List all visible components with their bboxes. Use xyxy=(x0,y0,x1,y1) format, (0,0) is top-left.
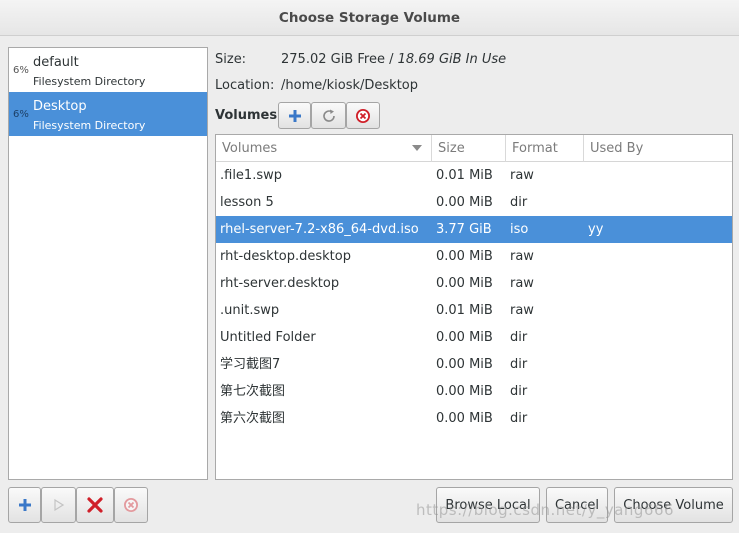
column-header-used-by[interactable]: Used By xyxy=(584,135,732,162)
size-in-use: 18.69 GiB In Use xyxy=(397,52,507,67)
cell-format: dir xyxy=(510,357,528,372)
pool-list[interactable]: 6% default Filesystem Directory 6% Deskt… xyxy=(8,47,208,480)
volume-table[interactable]: Volumes Size Format Used By .file1.swp 0… xyxy=(215,134,733,480)
column-header-size[interactable]: Size xyxy=(432,135,506,162)
play-icon xyxy=(53,499,64,511)
delete-pool-button[interactable] xyxy=(76,487,114,523)
size-value: 275.02 GiB Free / 18.69 GiB In Use xyxy=(281,52,506,67)
cell-format: dir xyxy=(510,411,528,426)
stop-pool-button[interactable] xyxy=(114,487,148,523)
pool-type: Filesystem Directory xyxy=(33,119,146,132)
cell-name: 第六次截图 xyxy=(220,411,286,426)
title-bar: Choose Storage Volume xyxy=(0,0,739,36)
cell-size: 0.00 MiB xyxy=(436,330,493,345)
pool-item-default[interactable]: 6% default Filesystem Directory xyxy=(9,48,207,92)
table-row[interactable]: 第六次截图 0.00 MiB dir xyxy=(216,405,732,432)
add-volume-button[interactable] xyxy=(278,102,311,129)
watermark: https://blog.csdn.net/y_yang666 xyxy=(416,501,675,519)
cell-name: 第七次截图 xyxy=(220,384,286,399)
pool-usage-percent: 6% xyxy=(13,65,29,76)
stop-icon xyxy=(356,108,370,123)
location-value: /home/kiosk/Desktop xyxy=(281,78,419,93)
cell-name: Untitled Folder xyxy=(220,330,316,345)
cell-name: .unit.swp xyxy=(220,303,280,318)
table-row[interactable]: Untitled Folder 0.00 MiB dir xyxy=(216,324,732,351)
cell-format: dir xyxy=(510,384,528,399)
refresh-volumes-button[interactable] xyxy=(311,102,346,129)
size-label: Size: xyxy=(215,52,247,67)
table-header: Volumes Size Format Used By xyxy=(216,135,732,162)
sort-down-icon xyxy=(412,145,422,151)
cell-size: 0.00 MiB xyxy=(436,276,493,291)
cell-name: 学习截图7 xyxy=(220,357,281,372)
cell-used-by: yy xyxy=(588,222,604,237)
delete-x-icon xyxy=(87,497,103,513)
cell-size: 0.00 MiB xyxy=(436,384,493,399)
cell-name: rhel-server-7.2-x86_64-dvd.iso xyxy=(220,222,419,237)
cell-size: 0.00 MiB xyxy=(436,195,493,210)
plus-icon xyxy=(18,499,31,511)
cell-format: raw xyxy=(510,276,534,291)
cell-format: raw xyxy=(510,249,534,264)
add-pool-button[interactable] xyxy=(8,487,41,523)
table-row[interactable]: rht-desktop.desktop 0.00 MiB raw xyxy=(216,243,732,270)
delete-volume-button[interactable] xyxy=(346,102,380,129)
cell-size: 0.01 MiB xyxy=(436,303,493,318)
size-free: 275.02 GiB Free / xyxy=(281,52,398,67)
cell-name: rht-server.desktop xyxy=(220,276,340,291)
cell-format: dir xyxy=(510,195,528,210)
volumes-label: Volumes xyxy=(215,108,278,123)
refresh-icon xyxy=(322,109,335,122)
table-row-selected[interactable]: rhel-server-7.2-x86_64-dvd.iso 3.77 GiB … xyxy=(216,216,732,243)
cell-format: dir xyxy=(510,330,528,345)
location-label: Location: xyxy=(215,78,275,93)
table-row[interactable]: lesson 5 0.00 MiB dir xyxy=(216,189,732,216)
cell-size: 3.77 GiB xyxy=(436,222,492,237)
pool-name: default xyxy=(33,55,79,70)
plus-icon xyxy=(288,109,301,122)
pool-name: Desktop xyxy=(33,99,87,114)
column-header-volumes[interactable]: Volumes xyxy=(216,135,432,162)
stop-icon xyxy=(124,498,138,512)
pool-item-desktop[interactable]: 6% Desktop Filesystem Directory xyxy=(9,92,207,136)
table-row[interactable]: rht-server.desktop 0.00 MiB raw xyxy=(216,270,732,297)
cell-format: raw xyxy=(510,303,534,318)
cell-size: 0.00 MiB xyxy=(436,357,493,372)
table-row[interactable]: 学习截图7 0.00 MiB dir xyxy=(216,351,732,378)
pool-type: Filesystem Directory xyxy=(33,75,146,88)
column-header-format[interactable]: Format xyxy=(506,135,584,162)
table-row[interactable]: .unit.swp 0.01 MiB raw xyxy=(216,297,732,324)
dialog-title: Choose Storage Volume xyxy=(278,9,461,26)
cell-size: 0.00 MiB xyxy=(436,411,493,426)
cell-size: 0.01 MiB xyxy=(436,168,493,183)
table-row[interactable]: .file1.swp 0.01 MiB raw xyxy=(216,162,732,189)
cell-name: .file1.swp xyxy=(220,168,282,183)
start-pool-button[interactable] xyxy=(41,487,76,523)
cell-name: rht-desktop.desktop xyxy=(220,249,351,264)
cell-format: iso xyxy=(510,222,529,237)
cell-name: lesson 5 xyxy=(220,195,274,210)
cell-format: raw xyxy=(510,168,534,183)
pool-usage-percent: 6% xyxy=(13,109,29,120)
cell-size: 0.00 MiB xyxy=(436,249,493,264)
table-row[interactable]: 第七次截图 0.00 MiB dir xyxy=(216,378,732,405)
